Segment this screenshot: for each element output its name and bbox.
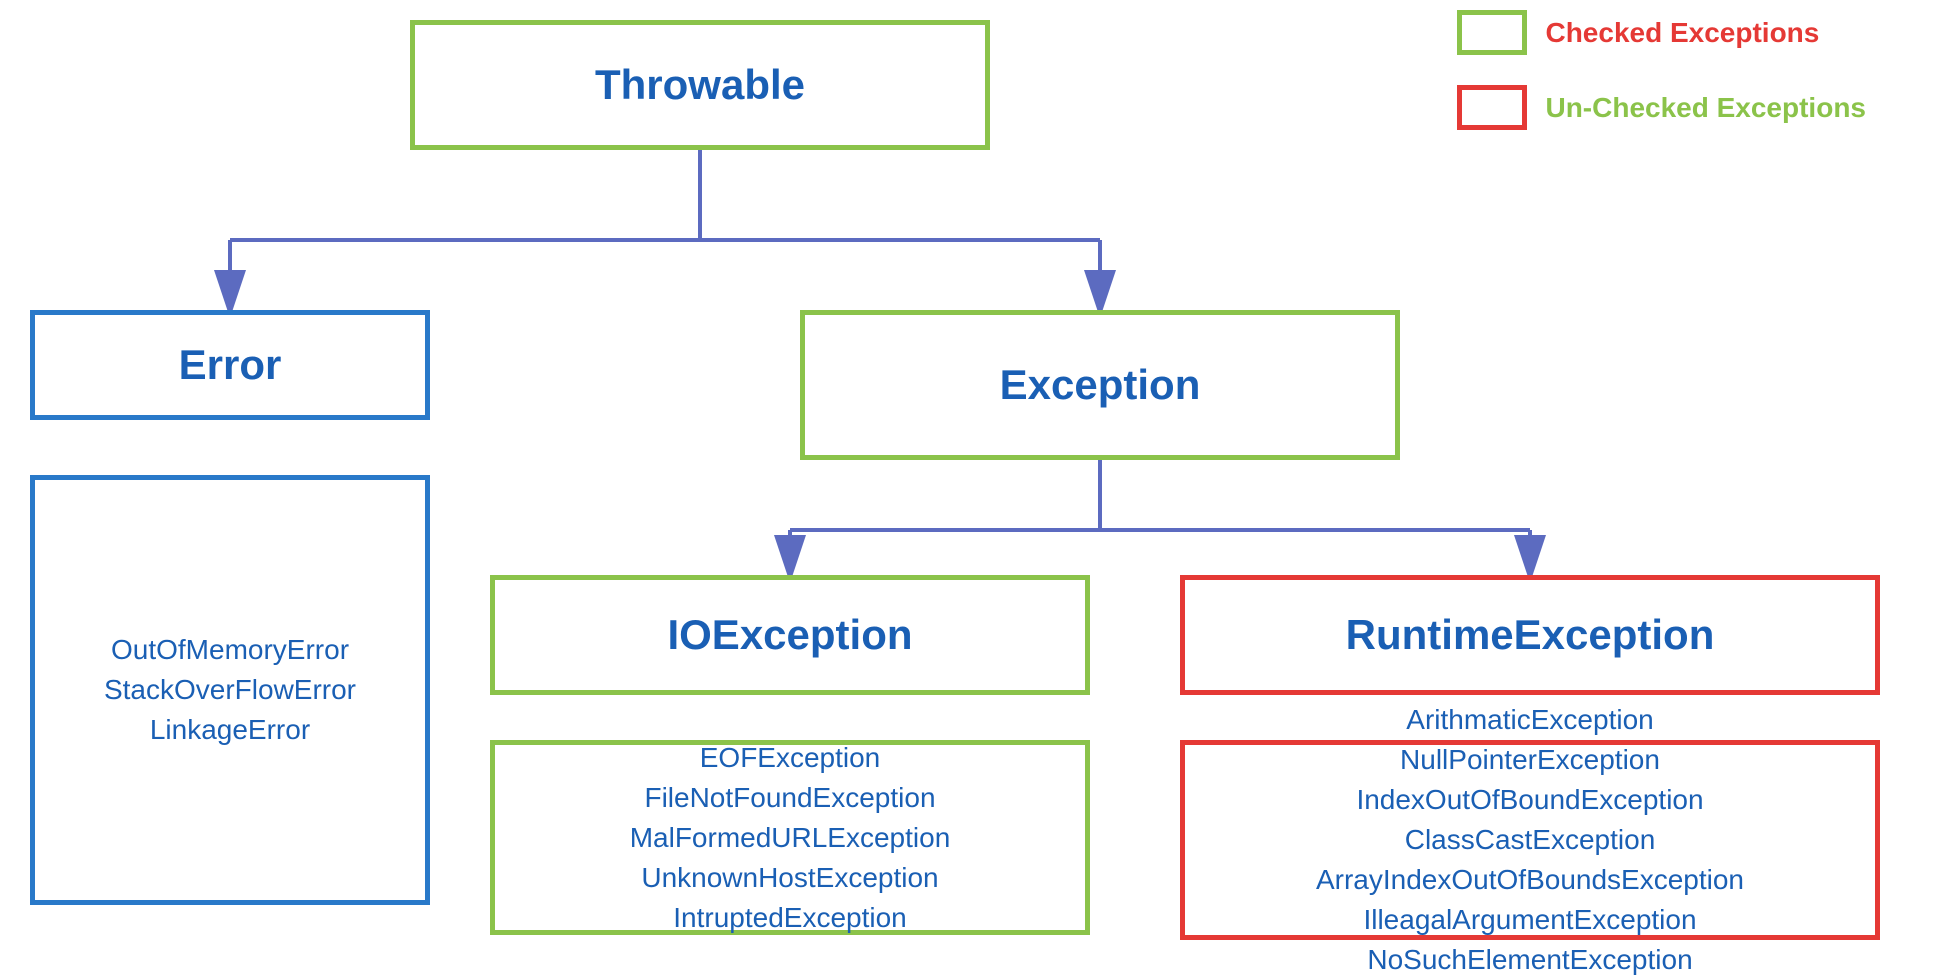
error-label: Error bbox=[179, 341, 282, 389]
ioexception-label: IOException bbox=[667, 611, 912, 659]
runtimeexception-subitems: ArithmaticException NullPointerException… bbox=[1180, 740, 1880, 940]
legend: Checked Exceptions Un-Checked Exceptions bbox=[1457, 10, 1866, 130]
runtimeexception-node: RuntimeException bbox=[1180, 575, 1880, 695]
throwable-node: Throwable bbox=[410, 20, 990, 150]
diagram-container: Throwable Error OutOfMemoryError StackOv… bbox=[0, 0, 1946, 952]
ioexception-node: IOException bbox=[490, 575, 1090, 695]
throwable-label: Throwable bbox=[595, 61, 805, 109]
exception-node: Exception bbox=[800, 310, 1400, 460]
legend-unchecked: Un-Checked Exceptions bbox=[1457, 85, 1866, 130]
legend-unchecked-box bbox=[1457, 85, 1527, 130]
runtimeexception-label: RuntimeException bbox=[1346, 611, 1715, 659]
error-node: Error bbox=[30, 310, 430, 420]
legend-checked-box bbox=[1457, 10, 1527, 55]
legend-checked-label: Checked Exceptions bbox=[1545, 17, 1819, 49]
error-subitems: OutOfMemoryError StackOverFlowError Link… bbox=[30, 475, 430, 905]
legend-checked: Checked Exceptions bbox=[1457, 10, 1866, 55]
legend-unchecked-label: Un-Checked Exceptions bbox=[1545, 92, 1866, 124]
ioexception-subitems: EOFException FileNotFoundException MalFo… bbox=[490, 740, 1090, 935]
exception-label: Exception bbox=[1000, 361, 1201, 409]
